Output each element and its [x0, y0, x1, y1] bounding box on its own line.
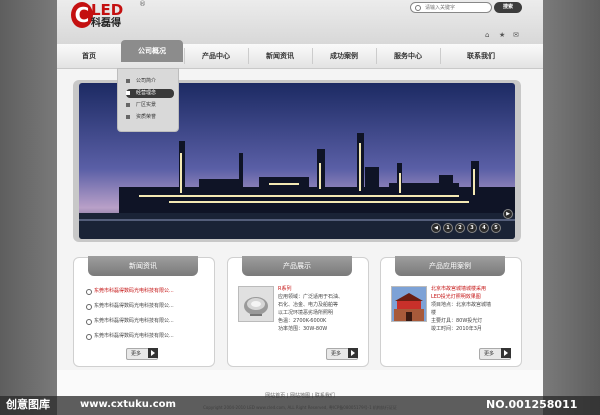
left-background	[0, 0, 57, 415]
products-more-button[interactable]: 更多	[326, 348, 358, 360]
arrow-right-icon	[348, 348, 358, 358]
bullet-icon	[86, 334, 92, 340]
product-image[interactable]	[238, 286, 274, 322]
arrow-right-icon	[148, 348, 158, 358]
news-item[interactable]: 东莞市科磊得数码光电科技有限公...	[86, 301, 206, 311]
watermark-brand: 创意图库	[6, 398, 50, 411]
nav-contact[interactable]: 联系我们	[441, 44, 521, 68]
home-icon[interactable]: ⌂	[485, 31, 493, 39]
case-name[interactable]: 北京市故宫城墙城楼采用	[431, 285, 517, 293]
case-line: 主要灯具：80W投光灯	[431, 318, 483, 324]
search-button[interactable]: 搜索	[494, 2, 522, 13]
nav-products[interactable]: 产品中心	[185, 44, 247, 68]
search-icon	[415, 5, 421, 11]
nav-about-active[interactable]: 公司概况	[121, 40, 183, 62]
nav-news[interactable]: 新闻资讯	[249, 44, 311, 68]
products-panel: 产品展示 R系列 应用领域：广泛适用于石油、 石化、冶金、电力及船舶等 以工况环…	[227, 256, 369, 367]
dropdown-item-honors[interactable]: 资质荣誉	[126, 113, 174, 122]
news-more-button[interactable]: 更多	[126, 348, 158, 360]
bullet-icon	[86, 319, 92, 325]
news-item[interactable]: 东莞市科磊得数码光电科技有限公...	[86, 316, 206, 326]
nav-service[interactable]: 服务中心	[377, 44, 439, 68]
arrow-right-icon	[501, 348, 511, 358]
case-line: 项目地点：北京市故宫城墙	[431, 302, 492, 308]
watermark-id: NO.001258011	[486, 398, 578, 411]
cases-panel: 产品应用案例 北京市故宫城墙城楼采用 LED投光灯照明效果图 项目地点：北京市故…	[380, 256, 522, 367]
right-background	[543, 0, 600, 415]
search-input[interactable]	[425, 4, 487, 11]
banner-prev-icon[interactable]: ◀	[431, 223, 441, 233]
dropdown-item-intro[interactable]: 公司简介	[126, 77, 174, 86]
bullet-icon	[126, 79, 130, 83]
bullet-icon	[126, 115, 130, 119]
banner-slide-5[interactable]: 5	[491, 223, 501, 233]
products-panel-title: 产品展示	[242, 256, 352, 276]
dropdown-item-philosophy[interactable]: 经营理念	[126, 89, 174, 98]
nav-home[interactable]: 首页	[57, 44, 121, 68]
header: C LED ® 科磊得 搜索 ⌂ ★ ✉	[57, 0, 543, 44]
star-icon[interactable]: ★	[499, 31, 507, 39]
logo-cn-name: 科磊得	[91, 18, 121, 29]
about-dropdown: 公司简介 经营理念 厂区实景 资质荣誉	[117, 68, 179, 132]
logo-letter: C	[71, 2, 93, 28]
product-line: 应用领域：广泛适用于石油、	[278, 294, 344, 300]
watermark-url: www.cxtuku.com	[80, 399, 176, 410]
search-box	[410, 2, 492, 13]
dropdown-item-factory[interactable]: 厂区实景	[126, 101, 174, 110]
cases-more-button[interactable]: 更多	[479, 348, 511, 360]
news-panel-title: 新闻资讯	[88, 256, 198, 276]
bullet-icon	[86, 289, 92, 295]
case-name[interactable]: LED投光灯照明效果图	[431, 293, 517, 301]
nav-cases[interactable]: 成功案例	[313, 44, 375, 68]
page: C LED ® 科磊得 搜索 ⌂ ★ ✉ 首页 产品中心 新闻资讯 成功案例 服…	[57, 0, 543, 415]
mail-icon[interactable]: ✉	[513, 31, 521, 39]
banner-slide-2[interactable]: 2	[455, 223, 465, 233]
news-item[interactable]: 东莞市科磊得数码光电科技有限公...	[86, 286, 206, 296]
product-line: 色温：2700K-6000K	[278, 318, 327, 324]
logo[interactable]: C LED ® 科磊得	[71, 0, 151, 30]
search-bar: 搜索	[410, 2, 522, 13]
product-line: 以工况环境恶劣场所照明	[278, 310, 334, 316]
case-description: 北京市故宫城墙城楼采用 LED投光灯照明效果图 项目地点：北京市故宫城墙 楼 主…	[431, 285, 517, 333]
banner-slide-3[interactable]: 3	[467, 223, 477, 233]
bullet-icon	[86, 304, 92, 310]
product-line: 功率范围：30W-80W	[278, 326, 328, 332]
news-panel: 新闻资讯 东莞市科磊得数码光电科技有限公... 东莞市科磊得数码光电科技有限公.…	[73, 256, 215, 367]
banner-pagination: ◀ 1 2 3 4 5 ▶	[431, 209, 513, 233]
case-line: 楼	[431, 310, 437, 316]
case-line: 竣工时间：2010年3月	[431, 326, 482, 332]
bullet-icon	[126, 103, 130, 107]
logo-word: LED	[91, 1, 124, 19]
case-image[interactable]	[391, 286, 427, 322]
cases-panel-title: 产品应用案例	[395, 256, 505, 276]
product-description: R系列 应用领域：广泛适用于石油、 石化、冶金、电力及船舶等 以工况环境恶劣场所…	[278, 285, 364, 333]
product-name[interactable]: R系列	[278, 285, 364, 293]
logo-registered-mark: ®	[139, 0, 146, 8]
banner-slide-4[interactable]: 4	[479, 223, 489, 233]
bullet-icon	[126, 91, 130, 95]
banner-next-icon[interactable]: ▶	[503, 209, 513, 219]
banner-slide-1[interactable]: 1	[443, 223, 453, 233]
news-item[interactable]: 东莞市科磊得数码光电科技有限公...	[86, 331, 206, 341]
product-line: 石化、冶金、电力及船舶等	[278, 302, 339, 308]
